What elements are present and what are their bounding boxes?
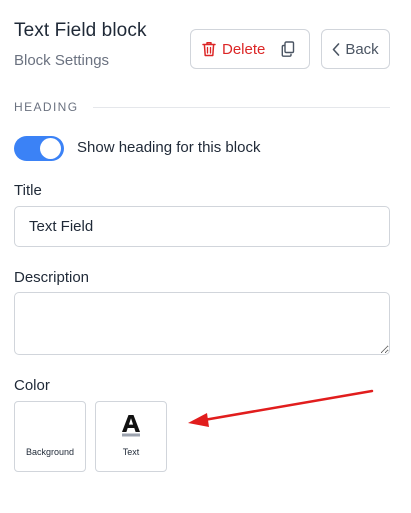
heading-section-label: HEADING bbox=[14, 100, 79, 114]
title-label: Title bbox=[14, 182, 42, 199]
text-color-icon-wrap bbox=[96, 413, 166, 437]
delete-label: Delete bbox=[222, 40, 266, 58]
delete-button[interactable]: Delete bbox=[191, 30, 275, 68]
back-button[interactable]: Back bbox=[321, 29, 390, 69]
delete-copy-button-group: Delete bbox=[190, 29, 310, 69]
text-swatch-label: Text bbox=[122, 447, 140, 457]
panel-title: Text Field block bbox=[14, 20, 147, 41]
title-input[interactable] bbox=[14, 206, 390, 247]
block-settings-panel: Text Field block Block Settings Delete B… bbox=[0, 0, 411, 513]
background-swatch-label: Background bbox=[25, 447, 75, 457]
show-heading-label: Show heading for this block bbox=[77, 139, 261, 156]
show-heading-toggle[interactable] bbox=[14, 136, 64, 161]
toggle-knob bbox=[40, 138, 61, 159]
description-textarea[interactable] bbox=[14, 292, 390, 355]
panel-subtitle: Block Settings bbox=[14, 52, 110, 69]
trash-icon bbox=[202, 42, 216, 57]
section-divider bbox=[93, 107, 390, 108]
chevron-left-icon bbox=[333, 42, 340, 56]
copy-button[interactable] bbox=[275, 30, 301, 68]
description-label: Description bbox=[14, 269, 90, 286]
background-color-swatch[interactable]: Background bbox=[14, 401, 86, 472]
color-label: Color bbox=[14, 377, 50, 394]
text-color-icon bbox=[122, 415, 140, 437]
text-color-swatch[interactable]: Text bbox=[95, 401, 167, 472]
copy-icon bbox=[281, 41, 295, 57]
back-label: Back bbox=[345, 40, 379, 58]
